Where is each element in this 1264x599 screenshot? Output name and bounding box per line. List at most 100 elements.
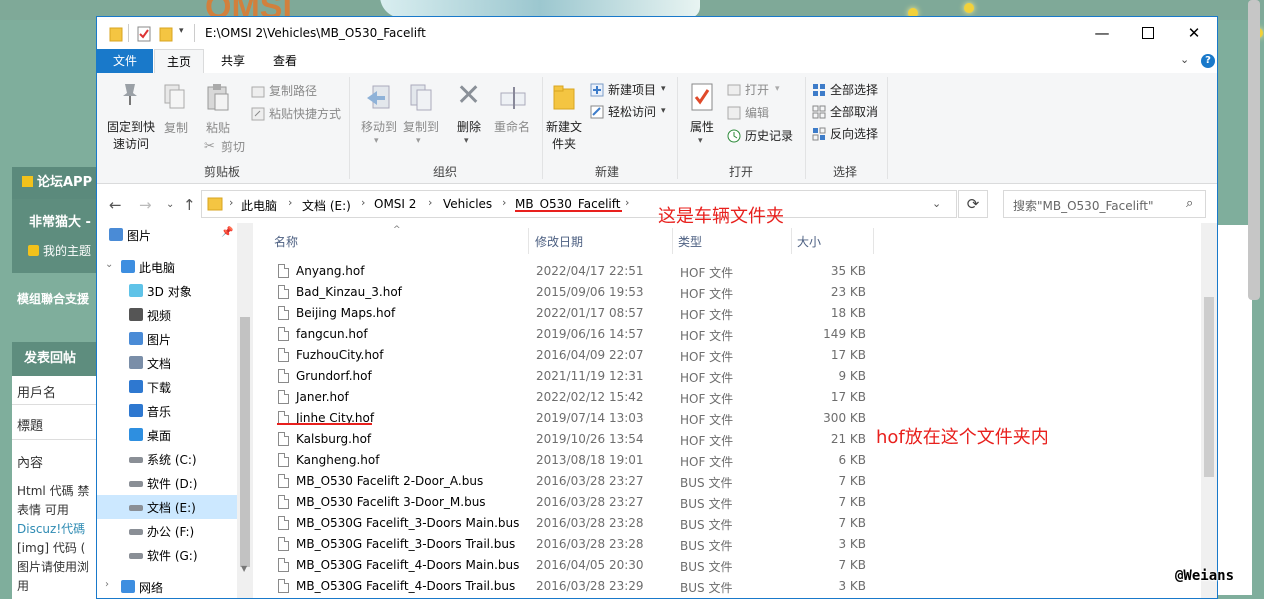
- breadcrumb-chevron-icon[interactable]: ›: [502, 196, 506, 209]
- file-row[interactable]: Anyang.hof 2022/04/17 22:51 HOF 文件 35 KB: [267, 261, 1203, 282]
- column-header-date[interactable]: 修改日期: [535, 233, 583, 259]
- breadcrumb-chevron-icon[interactable]: ›: [229, 196, 233, 209]
- discuz-code-link[interactable]: Discuz!代碼: [17, 522, 85, 536]
- open-button[interactable]: 打开: [745, 82, 769, 98]
- properties-quick-icon[interactable]: [137, 26, 151, 42]
- nav-item[interactable]: 文档: [97, 351, 237, 375]
- expand-chevron-icon[interactable]: ›: [105, 579, 109, 590]
- nav-pane-scroll-thumb[interactable]: [240, 317, 250, 567]
- browser-scrollbar[interactable]: [1248, 0, 1260, 300]
- new-folder-button[interactable]: 新建文件夹: [543, 119, 585, 153]
- tab-home[interactable]: 主页: [154, 49, 204, 74]
- minimize-button[interactable]: —: [1079, 17, 1125, 49]
- nav-item[interactable]: 系统 (C:): [97, 447, 237, 471]
- collapse-chevron-icon[interactable]: ⌄: [105, 259, 113, 270]
- help-icon[interactable]: ?: [1201, 54, 1215, 68]
- breadcrumb-drive-e[interactable]: 文档 (E:): [302, 197, 351, 214]
- file-row[interactable]: Jinhe City.hof 2019/07/14 13:03 HOF 文件 300 …: [267, 408, 1203, 429]
- recent-locations-dropdown[interactable]: ⌄: [166, 199, 174, 210]
- nav-item[interactable]: 软件 (D:): [97, 471, 237, 495]
- breadcrumb-omsi2[interactable]: OMSI 2: [374, 197, 416, 211]
- nav-item[interactable]: 3D 对象: [97, 279, 237, 303]
- file-row[interactable]: FuzhouCity.hof 2016/04/09 22:07 HOF 文件 17 K…: [267, 345, 1203, 366]
- new-item-button[interactable]: 新建项目: [608, 82, 656, 98]
- column-header-name[interactable]: 名称: [274, 233, 298, 259]
- file-row[interactable]: Grundorf.hof 2021/11/19 12:31 HOF 文件 9 KB: [267, 366, 1203, 387]
- breadcrumb-chevron-icon[interactable]: ›: [625, 196, 629, 209]
- easy-access-button[interactable]: 轻松访问: [608, 104, 656, 120]
- breadcrumb-this-pc[interactable]: 此电脑: [241, 197, 277, 214]
- tab-file[interactable]: 文件: [97, 49, 153, 73]
- properties-button[interactable]: 属性: [683, 119, 721, 136]
- forum-app-title[interactable]: 论坛APP: [37, 175, 92, 190]
- nav-item[interactable]: 办公 (F:): [97, 519, 237, 543]
- nav-scroll-down-icon[interactable]: ▼: [241, 564, 247, 573]
- file-row[interactable]: MB_O530G Facelift_4-Doors Trail.bus 2016/…: [267, 576, 1203, 597]
- forum-mod-link[interactable]: 模组聯合支援: [17, 290, 89, 307]
- file-row[interactable]: MB_O530 Facelift 2-Door_A.bus 2016/03/28 …: [267, 471, 1203, 492]
- ribbon-collapse-icon[interactable]: ⌄: [1180, 53, 1189, 66]
- file-row[interactable]: Beijing Maps.hof 2022/01/17 08:57 HOF 文件 18…: [267, 303, 1203, 324]
- breadcrumb-vehicles[interactable]: Vehicles: [443, 197, 492, 211]
- breadcrumb-chevron-icon[interactable]: ›: [361, 196, 365, 209]
- paste-shortcut-button[interactable]: 粘贴快捷方式: [269, 106, 341, 122]
- refresh-button[interactable]: ⟳: [958, 190, 988, 218]
- copy-path-button[interactable]: 复制路径: [269, 83, 317, 99]
- delete-button[interactable]: 删除: [451, 119, 487, 136]
- easy-access-dropdown-icon[interactable]: ▾: [661, 106, 666, 116]
- file-row[interactable]: MB_O530G Facelift_4-Doors Main.bus 2016/0…: [267, 555, 1203, 576]
- address-bar[interactable]: › 此电脑 › 文档 (E:) › OMSI 2 › Vehicles › MB…: [201, 190, 957, 218]
- invert-selection-button[interactable]: 反向选择: [830, 126, 878, 142]
- maximize-button[interactable]: [1125, 17, 1171, 49]
- close-button[interactable]: ✕: [1171, 17, 1217, 49]
- breadcrumb-chevron-icon[interactable]: ›: [428, 196, 432, 209]
- nav-item[interactable]: 文档 (E:): [97, 495, 237, 519]
- nav-item[interactable]: › 网络: [97, 575, 237, 598]
- file-list-scroll-thumb[interactable]: [1204, 297, 1214, 477]
- forward-button[interactable]: →: [139, 196, 152, 214]
- move-to-button[interactable]: 移动到: [356, 119, 402, 136]
- file-row[interactable]: Kangheng.hof 2013/08/18 19:01 HOF 文件 6 KB: [267, 450, 1203, 471]
- file-row[interactable]: MB_O530G Facelift_3-Doors Main.bus 2016/0…: [267, 513, 1203, 534]
- select-none-button[interactable]: 全部取消: [830, 104, 878, 120]
- nav-item[interactable]: 视频: [97, 303, 237, 327]
- copy-to-dropdown-icon[interactable]: ▾: [416, 136, 421, 146]
- nav-item[interactable]: 音乐: [97, 399, 237, 423]
- title-bar[interactable]: ▾ E:\OMSI 2\Vehicles\MB_O530_Facelift — …: [97, 17, 1217, 49]
- pin-quick-access-button[interactable]: 固定到快速访问: [102, 119, 160, 153]
- file-row[interactable]: fangcun.hof 2019/06/16 14:57 HOF 文件 149 KB: [267, 324, 1203, 345]
- copy-to-button[interactable]: 复制到: [398, 119, 444, 136]
- breadcrumb-chevron-icon[interactable]: ›: [288, 196, 292, 209]
- move-to-dropdown-icon[interactable]: ▾: [374, 136, 379, 146]
- quick-access-dropdown-icon[interactable]: ▾: [179, 26, 184, 42]
- back-button[interactable]: ←: [109, 196, 122, 214]
- paste-button[interactable]: 粘贴: [201, 120, 235, 137]
- nav-item[interactable]: 桌面: [97, 423, 237, 447]
- new-folder-quick-icon[interactable]: [159, 26, 173, 42]
- nav-item[interactable]: ⌄ 此电脑: [97, 255, 237, 279]
- nav-item[interactable]: 图片: [97, 327, 237, 351]
- file-row[interactable]: MB_O530 Facelift 3-Door_M.bus 2016/03/28 …: [267, 492, 1203, 513]
- file-row[interactable]: MB_O530G Facelift_3-Doors Trail.bus 2016/…: [267, 534, 1203, 555]
- address-dropdown-icon[interactable]: ⌄: [932, 197, 941, 210]
- file-row[interactable]: Kalsburg.hof 2019/10/26 13:54 HOF 文件 21 KB: [267, 429, 1203, 450]
- copy-button[interactable]: 复制: [159, 120, 193, 137]
- nav-item[interactable]: 下载: [97, 375, 237, 399]
- breadcrumb-current-folder[interactable]: MB_O530_Facelift: [515, 197, 620, 211]
- rename-button[interactable]: 重命名: [489, 119, 535, 136]
- nav-item[interactable]: 软件 (G:): [97, 543, 237, 567]
- tab-view[interactable]: 查看: [261, 49, 309, 73]
- my-threads-link[interactable]: 我的主题: [43, 244, 91, 258]
- column-header-size[interactable]: 大小: [797, 233, 821, 259]
- file-row[interactable]: Bad_Kinzau_3.hof 2015/09/06 19:53 HOF 文件 23…: [267, 282, 1203, 303]
- history-button[interactable]: 历史记录: [745, 128, 793, 144]
- column-header-type[interactable]: 类型: [678, 233, 702, 259]
- cut-button[interactable]: 剪切: [221, 139, 245, 155]
- forum-username[interactable]: 非常猫大 -: [12, 199, 97, 230]
- file-row[interactable]: Janer.hof 2022/02/12 15:42 HOF 文件 17 KB: [267, 387, 1203, 408]
- tab-share[interactable]: 共享: [209, 49, 257, 73]
- properties-dropdown-icon[interactable]: ▾: [698, 136, 703, 146]
- new-item-dropdown-icon[interactable]: ▾: [661, 84, 666, 94]
- up-button[interactable]: ↑: [183, 196, 196, 214]
- open-dropdown-icon[interactable]: ▾: [775, 84, 780, 94]
